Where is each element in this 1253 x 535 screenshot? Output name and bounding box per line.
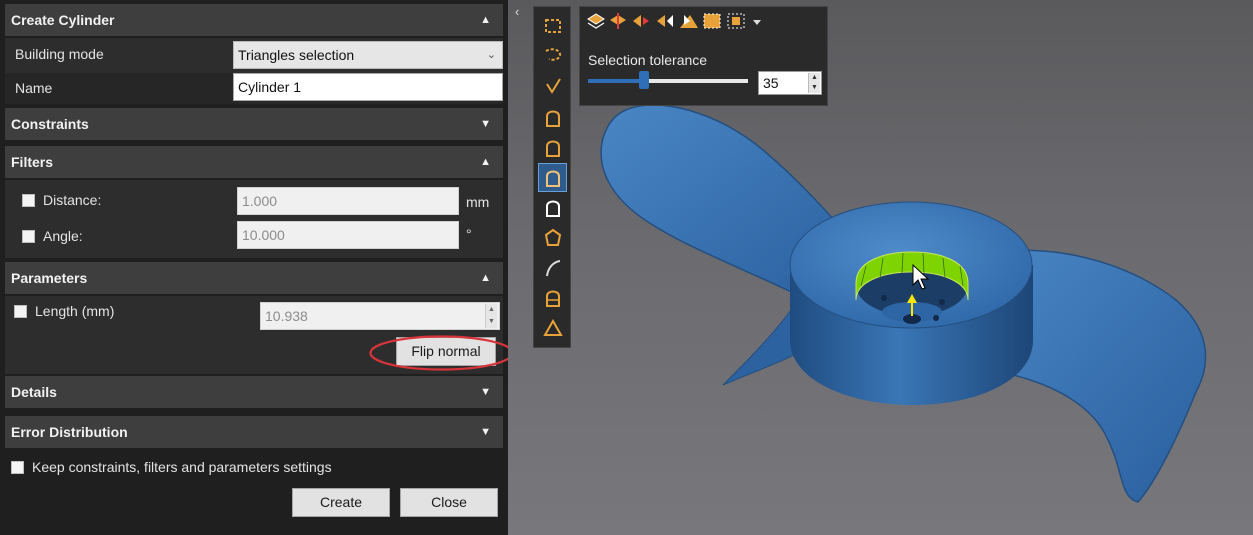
circle-select-icon[interactable] [538, 223, 567, 252]
dropdown-arrow-icon[interactable] [750, 11, 764, 31]
triangle-select-icon[interactable] [538, 313, 567, 342]
length-value: 10.938 [265, 308, 308, 324]
create-button[interactable]: Create [292, 488, 390, 517]
name-field[interactable]: Cylinder 1 [233, 73, 503, 101]
keep-settings-label: Keep constraints, filters and parameters… [32, 459, 332, 475]
name-label: Name [15, 80, 53, 96]
details-header[interactable]: Details ▼ [5, 376, 503, 408]
tolerance-slider[interactable] [588, 71, 748, 89]
highlight-ellipse [369, 335, 514, 371]
create-cylinder-header[interactable]: Create Cylinder ▲ [5, 4, 503, 36]
distance-unit: mm [466, 194, 490, 210]
filters-header[interactable]: Filters ▲ [5, 146, 503, 178]
lasso-select-icon[interactable] [538, 41, 567, 70]
tolerance-spinbox[interactable]: 35 ▲ ▼ [758, 71, 822, 95]
keep-settings-checkbox[interactable] [11, 461, 24, 474]
building-mode-value: Triangles selection [238, 47, 355, 63]
invert-select-icon[interactable] [726, 11, 748, 31]
chevron-down-icon[interactable]: ▼ [480, 376, 491, 408]
selection-icons-row [586, 11, 764, 31]
cylinder-outline-icon[interactable] [538, 193, 567, 222]
angle-value: 10.000 [242, 227, 285, 243]
layers-select-icon[interactable] [586, 11, 606, 31]
chevron-up-icon[interactable]: ▲ [480, 262, 491, 294]
cylinder-select-3-icon[interactable] [538, 283, 567, 312]
create-cylinder-panel: Create Cylinder ▲ Building mode Triangle… [0, 0, 514, 535]
selection-tool-column [533, 6, 571, 348]
brush-select-icon[interactable] [538, 71, 567, 100]
angle-label: Angle: [43, 228, 83, 244]
building-mode-select[interactable]: Triangles selection ⌄ [233, 41, 503, 69]
cylinder-select-icon[interactable] [538, 103, 567, 132]
selection-toolbar: Selection tolerance 35 ▲ ▼ [579, 6, 828, 106]
error-distribution-header[interactable]: Error Distribution ▼ [5, 416, 503, 448]
3d-viewport[interactable]: ‹ Selection tolerance 35 ▲ ▼ [508, 0, 1253, 535]
constraints-header[interactable]: Constraints ▼ [5, 108, 503, 140]
spin-arrows-icon[interactable]: ▲ ▼ [485, 304, 497, 328]
chevron-down-icon[interactable]: ▼ [480, 108, 491, 140]
layers-swap-icon[interactable] [608, 11, 628, 31]
filters-body: Distance: 1.000 mm Angle: 10.000 ° [5, 180, 503, 258]
length-label: Length (mm) [35, 303, 115, 319]
angle-checkbox[interactable] [22, 230, 35, 243]
length-checkbox[interactable] [14, 305, 27, 318]
chevron-down-icon[interactable]: ▼ [480, 416, 491, 448]
close-label: Close [431, 494, 467, 510]
details-title: Details [11, 384, 57, 400]
selection-tolerance-label: Selection tolerance [588, 52, 708, 68]
cylinder-select-2-icon[interactable] [538, 133, 567, 162]
expand-select-icon[interactable] [630, 11, 652, 31]
shrink-select-icon[interactable] [654, 11, 676, 31]
cylinder-select-active-icon[interactable] [538, 163, 567, 192]
tolerance-slider-fill [588, 79, 644, 83]
angle-field[interactable]: 10.000 [237, 221, 459, 249]
parameters-header[interactable]: Parameters ▲ [5, 262, 503, 294]
chevron-up-icon[interactable]: ▲ [480, 4, 491, 36]
panel-title: Create Cylinder [11, 12, 115, 28]
close-button[interactable]: Close [400, 488, 498, 517]
angle-unit: ° [466, 226, 472, 242]
select-all-icon[interactable] [702, 11, 724, 31]
grow-select-icon[interactable] [678, 11, 700, 31]
tolerance-slider-thumb[interactable] [639, 71, 649, 89]
distance-checkbox[interactable] [22, 194, 35, 207]
spin-arrows-icon[interactable]: ▲ ▼ [808, 73, 820, 93]
filters-title: Filters [11, 154, 54, 170]
parameters-title: Parameters [11, 270, 88, 286]
building-mode-label: Building mode [15, 46, 104, 62]
distance-field[interactable]: 1.000 [237, 187, 459, 215]
chevron-down-icon: ⌄ [486, 49, 496, 61]
create-cylinder-body: Building mode Triangles selection ⌄ Name… [5, 38, 503, 104]
tolerance-value: 35 [763, 75, 779, 91]
name-value: Cylinder 1 [238, 79, 302, 95]
distance-label: Distance: [43, 192, 102, 208]
length-spinbox[interactable]: 10.938 ▲ ▼ [260, 302, 500, 330]
rectangle-select-icon[interactable] [538, 11, 567, 40]
error-distribution-title: Error Distribution [11, 424, 128, 440]
curve-select-icon[interactable] [538, 253, 567, 282]
create-label: Create [319, 494, 363, 510]
chevron-up-icon[interactable]: ▲ [480, 146, 491, 178]
distance-value: 1.000 [242, 193, 278, 209]
constraints-title: Constraints [11, 116, 89, 132]
